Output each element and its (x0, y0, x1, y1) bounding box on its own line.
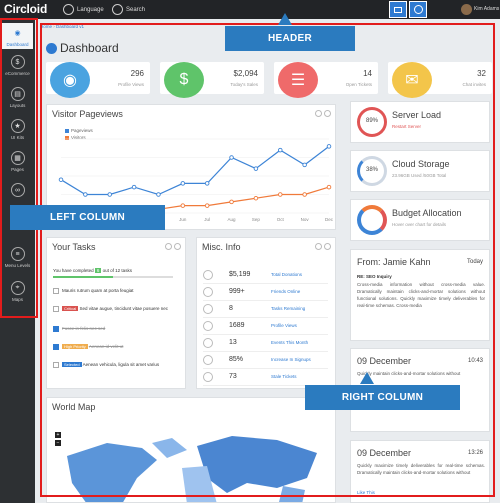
avatar[interactable] (461, 4, 472, 15)
right-column-annotation: RIGHT COLUMN (305, 385, 460, 410)
app-logo[interactable]: Circloid (4, 2, 47, 16)
language-menu[interactable]: Language (63, 4, 104, 15)
search-icon (112, 4, 123, 15)
user-name[interactable]: Kim Adams (474, 6, 499, 12)
right-column-arrow (360, 372, 374, 384)
mail-icon (394, 7, 402, 13)
header-annotation: HEADER (225, 26, 355, 51)
top-header-bar: Circloid Language Search Kim Adams (0, 0, 500, 19)
info-icon (413, 5, 423, 14)
left-column-outline (0, 18, 38, 318)
alerts-button[interactable] (409, 1, 427, 18)
language-label: Language (77, 6, 104, 13)
header-arrow (278, 13, 292, 25)
search-menu[interactable]: Search (112, 4, 145, 15)
notifications-button[interactable] (389, 1, 407, 18)
content-outline (40, 23, 495, 497)
globe-icon (63, 4, 74, 15)
left-column-annotation: LEFT COLUMN (10, 205, 165, 230)
search-label: Search (126, 6, 146, 13)
